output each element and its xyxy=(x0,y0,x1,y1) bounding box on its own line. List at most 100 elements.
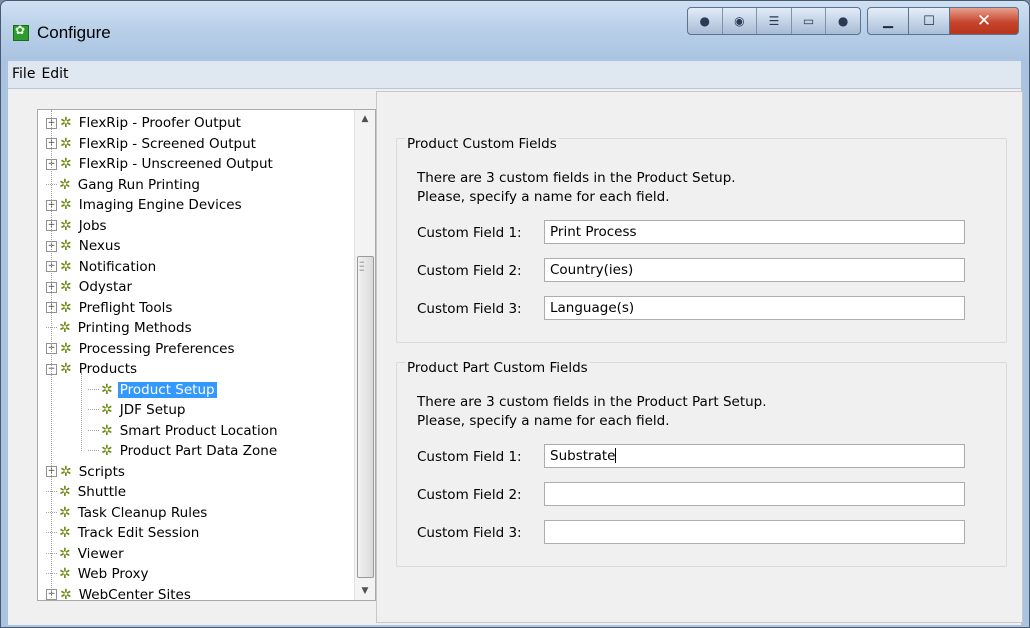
gear-icon: ✲ xyxy=(60,156,72,172)
tree-item[interactable]: ✲ Smart Product Location xyxy=(88,421,280,441)
menu-file[interactable]: File xyxy=(8,61,37,82)
scroll-grip-icon: – – – xyxy=(359,255,365,276)
field-label: Custom Field 2: xyxy=(417,263,522,279)
gear-icon: ✲ xyxy=(60,299,72,316)
dot-icon[interactable]: ● xyxy=(826,8,860,34)
tree-item[interactable]: + ✲ WebCenter Sites xyxy=(46,585,193,601)
tree-connector xyxy=(51,110,52,600)
tree-item[interactable]: ✲ Task Cleanup Rules xyxy=(46,503,209,523)
gear-icon: ✲ xyxy=(59,484,71,500)
gear-icon: ✲ xyxy=(60,463,72,480)
window-controls: ▁ ☐ ✕ xyxy=(867,7,1019,35)
gear-icon: ✲ xyxy=(59,504,71,521)
group-description: There are 3 custom fields in the Product… xyxy=(417,169,736,207)
tree-scrollbar[interactable]: ▲ – – – ▼ xyxy=(354,110,375,600)
menu-edit[interactable]: Edit xyxy=(37,61,70,82)
field-label: Custom Field 2: xyxy=(417,487,522,503)
tree-item-label: Jobs xyxy=(78,217,107,234)
scroll-down-arrow-icon[interactable]: ▼ xyxy=(355,582,375,600)
tree-item[interactable]: + ✲ Imaging Engine Devices xyxy=(46,195,244,215)
gear-icon: ✲ xyxy=(60,361,72,377)
tree-item-label: Task Cleanup Rules xyxy=(77,504,208,521)
maximize-icon: ☐ xyxy=(923,13,935,29)
pin-icon[interactable]: ● xyxy=(688,8,723,34)
tree-connector xyxy=(88,409,99,411)
tree-item-label: WebCenter Sites xyxy=(78,586,191,601)
gear-icon: ✲ xyxy=(60,197,72,213)
tree-item-label: Track Edit Session xyxy=(77,525,200,541)
tree-item-label: Product Part Data Zone xyxy=(119,443,278,459)
gear-icon: ✲ xyxy=(59,545,71,562)
tree-item[interactable]: ✲ Track Edit Session xyxy=(46,523,201,543)
tree-item-label: Viewer xyxy=(77,545,124,562)
close-icon: ✕ xyxy=(976,11,992,31)
tree-item-label: Nexus xyxy=(78,238,121,254)
tree-item-label: Imaging Engine Devices xyxy=(78,197,242,213)
product-part-custom-field-3-input[interactable] xyxy=(544,520,965,544)
maximize-button[interactable]: ☐ xyxy=(909,7,950,35)
tree-item[interactable]: + ✲ FlexRip - Screened Output xyxy=(46,134,258,154)
tree-item-label: FlexRip - Unscreened Output xyxy=(78,156,273,172)
description-line: Please, specify a name for each field. xyxy=(417,413,670,429)
gear-icon: ✲ xyxy=(59,566,71,582)
field-label: Custom Field 3: xyxy=(417,301,522,317)
window-mode-icon[interactable]: ▭ xyxy=(792,8,827,34)
tree-connector xyxy=(88,388,99,391)
tree-item[interactable]: ✲ Gang Run Printing xyxy=(46,175,202,195)
tree-item[interactable]: + ✲ Nexus xyxy=(46,236,122,256)
tree-item-label: FlexRip - Proofer Output xyxy=(78,115,241,131)
tree-item[interactable]: ✲ Product Part Data Zone xyxy=(88,441,279,461)
tree-item-label: Smart Product Location xyxy=(119,422,278,439)
field-value: Substrate xyxy=(550,448,616,464)
gear-icon: ✲ xyxy=(60,258,72,275)
group-title: Product Part Custom Fields xyxy=(405,360,590,376)
tree-item[interactable]: + ✲ Processing Preferences xyxy=(46,339,237,359)
tree-item[interactable]: + ✲ Notification xyxy=(46,257,158,277)
gear-icon: ✲ xyxy=(60,340,72,357)
tree-item[interactable]: + ✲ Scripts xyxy=(46,462,127,482)
tree-item-label: FlexRip - Screened Output xyxy=(78,135,256,152)
tree-item[interactable]: ✲ Product Setup xyxy=(88,380,217,400)
tree-item-label: Printing Methods xyxy=(77,320,192,336)
gear-icon: ✲ xyxy=(101,402,113,418)
minimize-button[interactable]: ▁ xyxy=(867,7,909,35)
tree-item-label: Products xyxy=(78,361,138,377)
app-icon xyxy=(13,23,29,41)
tree-item[interactable]: ✲ Web Proxy xyxy=(46,564,150,584)
product-custom-field-2-input[interactable]: Country(ies) xyxy=(544,258,965,282)
tree-item[interactable]: − ✲ Products xyxy=(46,359,139,379)
tree-connector xyxy=(88,450,99,452)
tree-item-label: Web Proxy xyxy=(77,566,149,582)
tree-item[interactable]: ✲ JDF Setup xyxy=(88,400,187,420)
gear-icon: ✲ xyxy=(59,176,71,193)
gear-icon: ✲ xyxy=(60,135,72,152)
tree-item-label: JDF Setup xyxy=(119,402,186,418)
layout-icon[interactable]: ☰ xyxy=(757,8,792,34)
field-label: Custom Field 1: xyxy=(417,225,522,241)
category-tree: + ✲ FlexRip - Proofer Output + ✲ FlexRip - Sc… xyxy=(37,109,376,601)
tree-item[interactable]: + ✲ Jobs xyxy=(46,216,109,236)
eye-icon[interactable]: ◉ xyxy=(723,8,758,34)
product-part-custom-fields-group: Product Part Custom Fields There are 3 c… xyxy=(396,360,1007,567)
field-label: Custom Field 1: xyxy=(417,449,522,465)
tree-item[interactable]: ✲ Printing Methods xyxy=(46,318,194,338)
tree-item[interactable]: ✲ Shuttle xyxy=(46,482,128,502)
scroll-up-arrow-icon[interactable]: ▲ xyxy=(355,110,375,128)
tree-item[interactable]: + ✲ Preflight Tools xyxy=(46,298,174,318)
close-button[interactable]: ✕ xyxy=(950,7,1019,35)
product-custom-field-3-input[interactable]: Language(s) xyxy=(544,296,965,320)
product-part-custom-field-2-input[interactable] xyxy=(544,482,965,506)
tree-item[interactable]: + ✲ FlexRip - Unscreened Output xyxy=(46,154,275,174)
tree-connector xyxy=(88,429,99,432)
product-custom-field-1-input[interactable]: Print Process xyxy=(544,220,965,244)
tree-item[interactable]: + ✲ FlexRip - Proofer Output xyxy=(46,113,243,133)
product-part-custom-field-1-input[interactable]: Substrate xyxy=(544,444,965,468)
title-bar[interactable]: Configure ● ◉ ☰ ▭ ● ▁ ☐ ✕ xyxy=(1,1,1029,59)
tree-item[interactable]: ✲ Viewer xyxy=(46,544,126,564)
field-label: Custom Field 3: xyxy=(417,525,522,541)
gear-icon: ✲ xyxy=(101,422,113,439)
scrollbar-thumb[interactable] xyxy=(357,256,374,578)
configure-window: Configure ● ◉ ☰ ▭ ● ▁ ☐ ✕ FileEdit +✲Fle… xyxy=(0,0,1030,628)
tree-item[interactable]: + ✲ Odystar xyxy=(46,277,134,297)
content-area: + ✲ FlexRip - Proofer Output + ✲ FlexRip - Sc… xyxy=(8,89,1023,625)
